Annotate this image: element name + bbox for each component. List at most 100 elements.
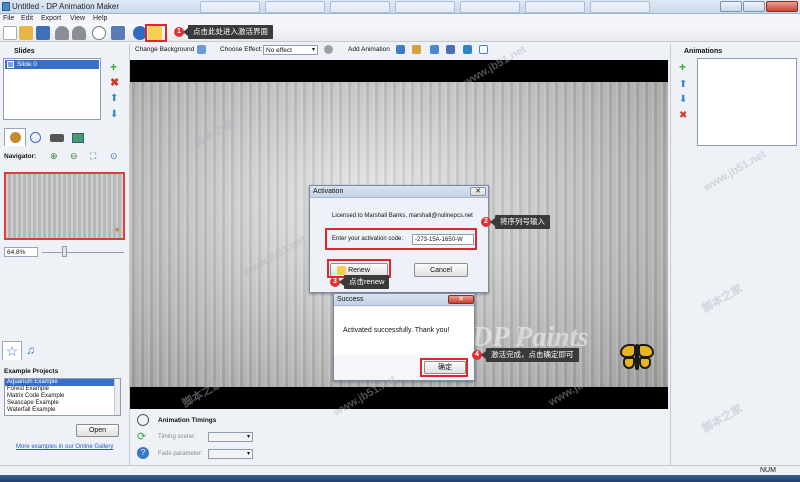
success-message: Activated successfully. Thank you! (343, 327, 450, 334)
add-animation-brush-icon[interactable] (412, 45, 421, 54)
butterfly-wing (623, 357, 635, 369)
move-down-icon[interactable]: ⬇ (110, 110, 120, 120)
menu-export[interactable]: Export (41, 15, 61, 22)
fade-parameter-label: Fade parameter: (158, 451, 203, 457)
tab-image[interactable] (70, 130, 86, 146)
slides-header: Slides (14, 48, 35, 55)
example-projects-list: Aquarium Example Forest Example Matrix C… (4, 378, 121, 416)
status-bar: NUM (0, 465, 800, 475)
list-item[interactable]: Waterfall Example (5, 407, 120, 414)
zoom-out-icon[interactable]: ⊖ (70, 151, 78, 162)
background-image-icon[interactable] (197, 45, 206, 54)
list-item[interactable]: Aquarium Example (5, 379, 120, 386)
butterfly-wing (639, 357, 651, 369)
add-animation-image-icon[interactable] (396, 45, 405, 54)
online-gallery-link[interactable]: More examples in our Online Gallery (16, 444, 113, 450)
open-folder-icon[interactable] (19, 26, 33, 40)
butterfly-body (635, 344, 639, 370)
animation-up-icon[interactable]: ⬆ (679, 79, 687, 90)
tab-examples[interactable]: ☆ (2, 341, 22, 360)
close-window-button[interactable] (766, 1, 798, 12)
fade-parameter-select[interactable] (208, 449, 253, 459)
star-icon: ☆ (5, 343, 19, 359)
zoom-slider-track[interactable] (42, 252, 124, 253)
new-file-icon[interactable] (3, 26, 17, 40)
callout-enter-serial: 将序列号输入 (490, 215, 550, 229)
tab-music[interactable]: ♫ (26, 343, 42, 359)
delete-slide-icon[interactable]: ✖ (110, 78, 120, 89)
slide-item[interactable]: Slide 0 (5, 60, 99, 69)
tab-timing[interactable] (28, 130, 44, 146)
navigator-preview[interactable]: ✦ (4, 172, 125, 240)
stopwatch-icon (137, 414, 149, 426)
tab-properties[interactable] (4, 128, 26, 146)
activation-dialog-title: Activation (310, 186, 488, 198)
taskbar (0, 475, 800, 482)
add-animation-grid-icon[interactable] (463, 45, 472, 54)
main-toolbar (0, 24, 800, 42)
clock-icon (30, 132, 41, 143)
add-slide-icon[interactable]: + (110, 61, 120, 73)
activation-close-button[interactable]: ✕ (470, 187, 486, 196)
butterfly-image (618, 340, 656, 374)
menu-file[interactable]: File (3, 15, 14, 22)
add-animation-wave-icon[interactable] (479, 45, 488, 54)
menu-edit[interactable]: Edit (21, 15, 33, 22)
butterfly-wing (638, 344, 654, 358)
animation-timings-header: Animation Timings (158, 417, 217, 424)
butterfly-wing (620, 344, 636, 358)
effect-settings-icon[interactable] (324, 45, 333, 54)
add-animation-label: Add Animation (348, 46, 390, 53)
window-title: Untitled - DP Animation Maker (12, 2, 120, 11)
zoom-slider-thumb[interactable] (62, 246, 67, 257)
butterfly-icon: ✦ (113, 225, 121, 235)
actual-size-icon[interactable]: ⊙ (110, 151, 118, 162)
change-background-label[interactable]: Change Background (135, 46, 194, 53)
background-tab (590, 1, 650, 13)
licensed-text: Licensed to Marshall Banks, marshall@nul… (332, 213, 473, 219)
success-close-button[interactable]: ✕ (448, 295, 474, 304)
menu-help[interactable]: Help (93, 15, 107, 22)
list-item[interactable]: Matrix Code Example (5, 393, 120, 400)
num-lock-indicator: NUM (760, 467, 776, 474)
delete-animation-icon[interactable]: ✖ (679, 110, 687, 121)
list-item[interactable]: Forest Example (5, 386, 120, 393)
effect-select[interactable]: No effect (263, 45, 318, 55)
undo-icon[interactable] (55, 26, 69, 40)
callout-click-renew: 点击renew (338, 275, 390, 289)
callout-activation-done: 激活完成，点击确定即可 (481, 348, 579, 362)
fit-view-icon[interactable]: ⛶ (90, 151, 96, 162)
music-note-icon: ♫ (26, 343, 35, 357)
add-animation-text-icon[interactable] (430, 45, 439, 54)
cancel-button[interactable]: Cancel (414, 263, 468, 277)
highlight-ok-button (420, 358, 468, 377)
preview-eye-icon[interactable] (92, 26, 106, 40)
move-up-icon[interactable]: ⬆ (110, 94, 120, 104)
save-icon[interactable] (36, 26, 50, 40)
zoom-in-icon[interactable]: ⊕ (50, 151, 58, 162)
redo-icon[interactable] (72, 26, 86, 40)
tab-camera[interactable] (48, 130, 66, 146)
help-icon[interactable]: ? (137, 447, 149, 459)
animation-down-icon[interactable]: ⬇ (679, 94, 687, 105)
menu-view[interactable]: View (70, 15, 85, 22)
background-tab (265, 1, 325, 13)
minimize-button[interactable] (720, 1, 742, 12)
background-tab (330, 1, 390, 13)
export-icon[interactable] (111, 26, 125, 40)
maximize-button[interactable] (743, 1, 765, 12)
slide-thumbnail-icon (7, 61, 14, 68)
example-projects-header: Example Projects (4, 368, 59, 375)
timing-scene-select[interactable] (208, 432, 253, 442)
list-item[interactable]: Seascape Example (5, 400, 120, 407)
animations-header: Animations (684, 48, 723, 55)
slides-list: Slide 0 (3, 58, 101, 120)
zoom-value-field[interactable]: 64.8% (4, 247, 38, 257)
list-scrollbar[interactable] (114, 379, 120, 415)
background-tab (200, 1, 260, 13)
add-animation-chart-icon[interactable] (446, 45, 455, 54)
add-animation-icon[interactable]: + (679, 61, 686, 73)
open-example-button[interactable]: Open (76, 424, 119, 437)
animations-list[interactable] (697, 58, 797, 146)
camera-icon (50, 134, 64, 142)
